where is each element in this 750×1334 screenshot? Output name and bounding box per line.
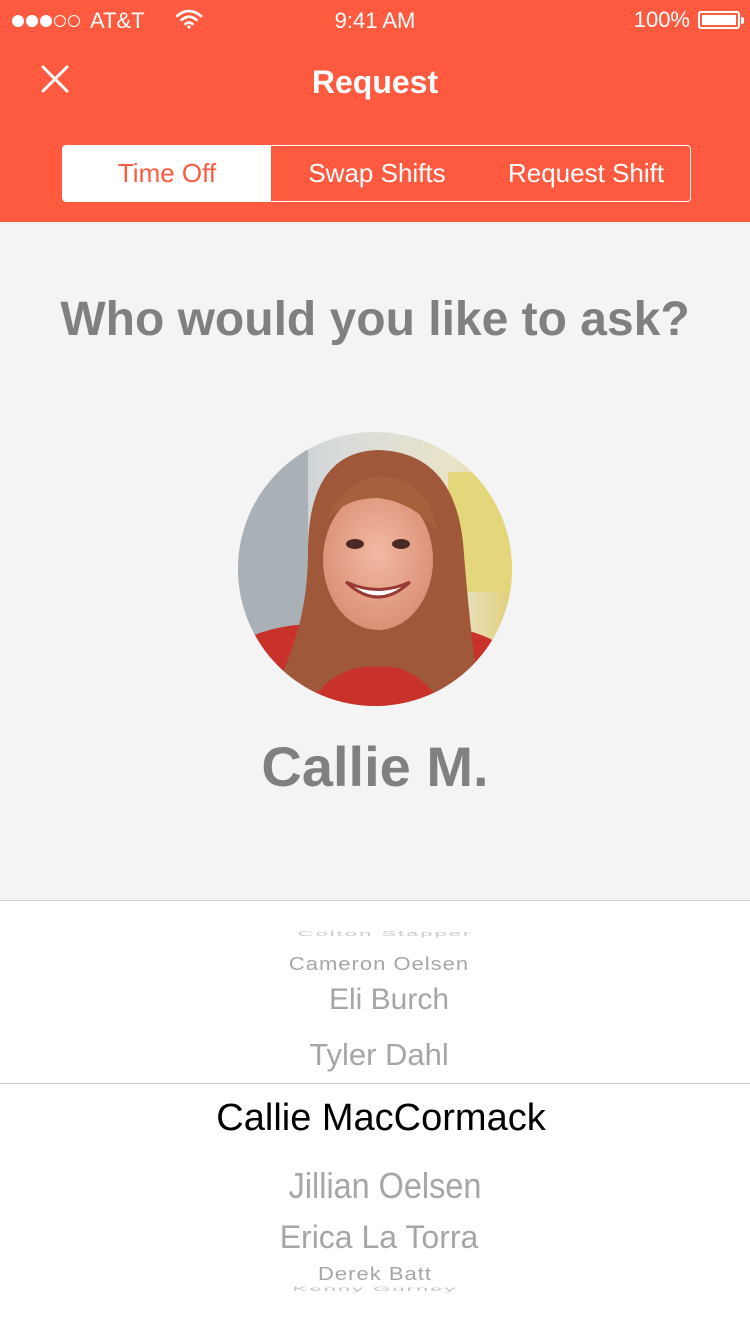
battery-icon bbox=[698, 11, 744, 29]
tab-request-shift[interactable]: Request Shift bbox=[483, 146, 689, 201]
status-right: 100% bbox=[633, 7, 744, 33]
picker-item[interactable]: Erica La Torra bbox=[4, 1219, 750, 1256]
profile-photo bbox=[238, 432, 512, 706]
avatar bbox=[238, 432, 512, 706]
battery-fill bbox=[702, 15, 736, 25]
selected-person-name: Callie M. bbox=[261, 735, 489, 798]
picker-item[interactable]: Colton Stapper bbox=[10, 929, 750, 938]
picker-item[interactable]: Derek Batt bbox=[0, 1263, 750, 1285]
picker-item[interactable]: Jillian Oelsen bbox=[48, 1165, 723, 1207]
picker-item[interactable]: Tyler Dahl bbox=[4, 1037, 750, 1073]
status-bar: AT&T 9:41 AM 100% bbox=[0, 0, 750, 40]
request-type-segmented-control: Time Off Swap Shifts Request Shift bbox=[62, 145, 691, 202]
tab-time-off[interactable]: Time Off bbox=[63, 146, 271, 201]
picker-item[interactable]: Eli Burch bbox=[14, 983, 750, 1017]
picker-item[interactable]: Kenny Gurney bbox=[0, 1285, 750, 1293]
page-title: Request bbox=[311, 64, 439, 100]
picker-selection-divider bbox=[0, 1083, 750, 1084]
person-picker[interactable]: Colton Stapper Cameron Oelsen Eli Burch … bbox=[0, 900, 750, 1334]
tab-swap-shifts[interactable]: Swap Shifts bbox=[271, 146, 483, 201]
picker-item-selected[interactable]: Callie MacCormack bbox=[6, 1097, 750, 1140]
header: AT&T 9:41 AM 100% Request Time Off Swap … bbox=[0, 0, 750, 222]
battery-percent: 100% bbox=[633, 7, 690, 32]
picker-item[interactable]: Cameron Oelsen bbox=[4, 953, 750, 975]
question-heading: Who would you like to ask? bbox=[60, 293, 690, 346]
